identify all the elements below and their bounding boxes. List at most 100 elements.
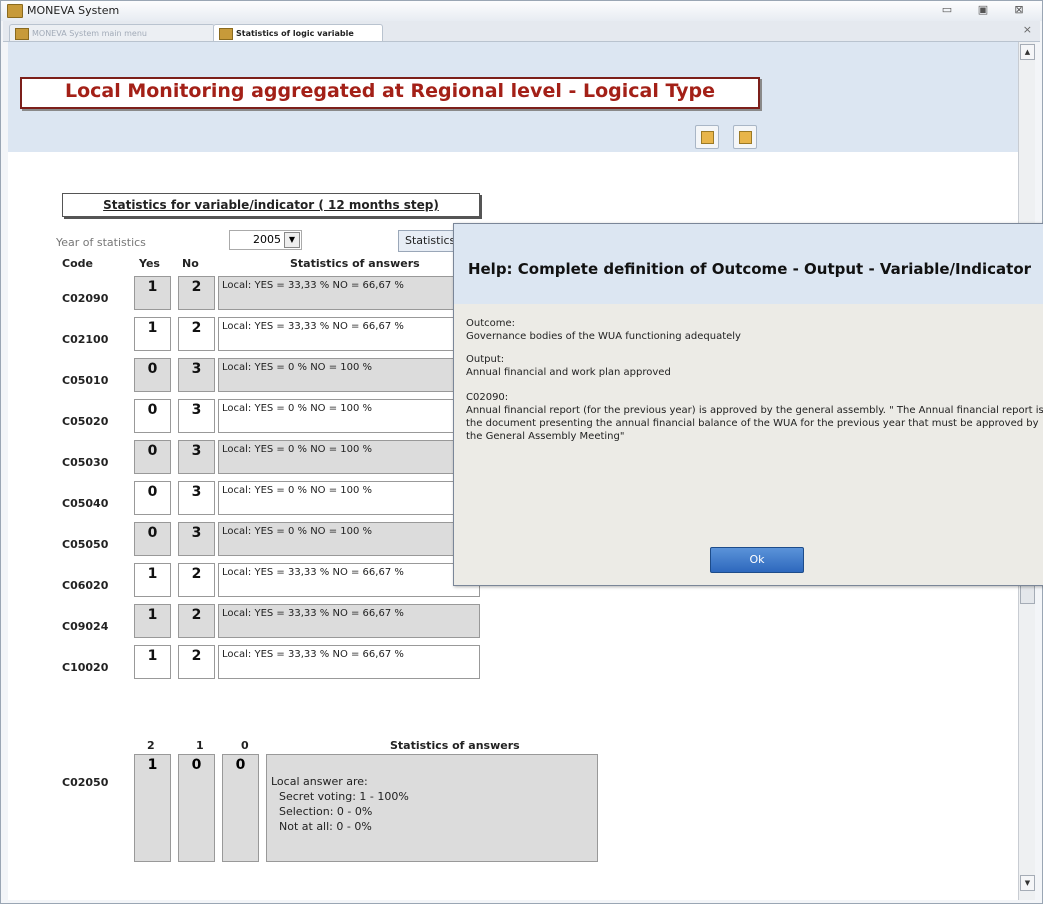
yes-value: 0 [147,361,158,377]
row-code: C10020 [62,661,109,674]
tab-label: MONEVA System main menu [32,29,147,38]
dialog-body: Outcome: Governance bodies of the WUA fu… [466,317,1043,449]
yes-box: 1 [134,604,171,638]
row-code: C05050 [62,538,109,551]
row-stat: Local: YES = 0 % NO = 100 % [218,399,480,433]
dialog-title: Help: Complete definition of Outcome - O… [467,260,1032,278]
form-title: Local Monitoring aggregated at Regional … [64,80,716,102]
no-value: 2 [191,566,202,582]
no-box: 3 [178,522,215,556]
yes-box: 0 [134,440,171,474]
report-button[interactable] [733,125,757,149]
no-box: 2 [178,604,215,638]
row-code: C02050 [62,776,109,789]
stats-line: Local answer are: [271,775,368,788]
no-value: 2 [191,607,202,623]
no-box: 2 [178,645,215,679]
row-code: C05010 [62,374,109,387]
app-window: MONEVA System ▭ ▣ ⊠ MONEVA System main m… [0,0,1043,904]
output-text: Annual financial and work plan approved [466,367,671,378]
row-code: C05030 [62,456,109,469]
outcome-label: Outcome: [466,318,516,329]
scroll-up-icon[interactable]: ▲ [1020,44,1035,60]
yes-value: 0 [147,443,158,459]
year-label: Year of statistics [56,236,146,249]
table-row: C05050 0 3 Local: YES = 0 % NO = 100 % [8,522,508,560]
minimize-icon[interactable]: ▭ [937,2,957,18]
table-row: C02100 1 2 Local: YES = 33,33 % NO = 66,67 … [8,317,508,355]
no-value: 3 [191,402,202,418]
no-value: 3 [191,484,202,500]
export-icon [701,131,714,144]
row-stat: Local: YES = 0 % NO = 100 % [218,358,480,392]
value-0: 0 [235,757,246,773]
tab-statistics-logic[interactable]: Statistics of logic variable [213,24,383,41]
export-button[interactable] [695,125,719,149]
yes-value: 1 [147,607,158,623]
outcome-text: Governance bodies of the WUA functioning… [466,331,741,342]
bottom-stats-box: Local answer are: Secret voting: 1 - 100… [266,754,598,862]
row-stat: Local: YES = 0 % NO = 100 % [218,481,480,515]
table-row: C05020 0 3 Local: YES = 0 % NO = 100 % [8,399,508,437]
tab-main-menu[interactable]: MONEVA System main menu [9,24,215,41]
folder-icon [15,28,29,40]
col-header-no: No [182,257,199,270]
section-title: Statistics for variable/indicator ( 12 m… [62,193,480,217]
stats-line: Selection: 0 - 0% [279,805,373,818]
row-code: C02090 [62,292,109,305]
col-header-2: 2 [147,739,155,752]
no-box: 2 [178,563,215,597]
year-value: 2005 [253,233,281,246]
row-stat: Local: YES = 33,33 % NO = 66,67 % [218,317,480,351]
table-row: C05010 0 3 Local: YES = 0 % NO = 100 % [8,358,508,396]
col-header-yes: Yes [139,257,160,270]
yes-value: 1 [147,648,158,664]
yes-box: 0 [134,481,171,515]
col-header-code: Code [62,257,93,270]
dialog-header: Help: Complete definition of Outcome - O… [454,224,1043,304]
col-header-0: 0 [241,739,249,752]
row-code: C02100 [62,333,109,346]
yes-box: 1 [134,645,171,679]
value-1: 0 [191,757,202,773]
maximize-icon[interactable]: ▣ [973,2,993,18]
row-stat: Local: YES = 0 % NO = 100 % [218,440,480,474]
value-2: 1 [147,757,158,773]
row-stat: Local: YES = 33,33 % NO = 66,67 % [218,645,480,679]
table-row: C05040 0 3 Local: YES = 0 % NO = 100 % [8,481,508,519]
col-header-1: 1 [196,739,204,752]
yes-box: 0 [134,358,171,392]
ok-button[interactable]: Ok [710,547,804,573]
no-box: 2 [178,317,215,351]
app-icon [7,4,23,18]
row-stat: Local: YES = 33,33 % NO = 66,67 % [218,276,480,310]
report-icon [739,131,752,144]
value-box-0: 0 [222,754,259,862]
table-row: C06020 1 2 Local: YES = 33,33 % NO = 66,67 … [8,563,508,601]
table-row: C05030 0 3 Local: YES = 0 % NO = 100 % [8,440,508,478]
yes-box: 0 [134,522,171,556]
yes-box: 1 [134,563,171,597]
scroll-down-icon[interactable]: ▼ [1020,875,1035,891]
row-code: C05020 [62,415,109,428]
row-code: C05040 [62,497,109,510]
row-stat: Local: YES = 0 % NO = 100 % [218,522,480,556]
no-box: 3 [178,399,215,433]
folder-icon [219,28,233,40]
yes-box: 1 [134,276,171,310]
no-value: 3 [191,525,202,541]
table-row: C10020 1 2 Local: YES = 33,33 % NO = 66,67 … [8,645,508,683]
code-label: C02090: [466,392,509,403]
value-box-1: 0 [178,754,215,862]
row-stat: Local: YES = 33,33 % NO = 66,67 % [218,604,480,638]
yes-box: 0 [134,399,171,433]
no-value: 2 [191,279,202,295]
row-code: C06020 [62,579,109,592]
yes-value: 1 [147,566,158,582]
tab-label: Statistics of logic variable [236,29,354,38]
year-select[interactable]: 2005 ▼ [229,230,302,250]
close-icon[interactable]: ⊠ [1009,2,1029,18]
chevron-down-icon[interactable]: ▼ [284,232,300,248]
row-stat: Local: YES = 33,33 % NO = 66,67 % [218,563,480,597]
close-tab-icon[interactable]: × [1023,23,1032,36]
